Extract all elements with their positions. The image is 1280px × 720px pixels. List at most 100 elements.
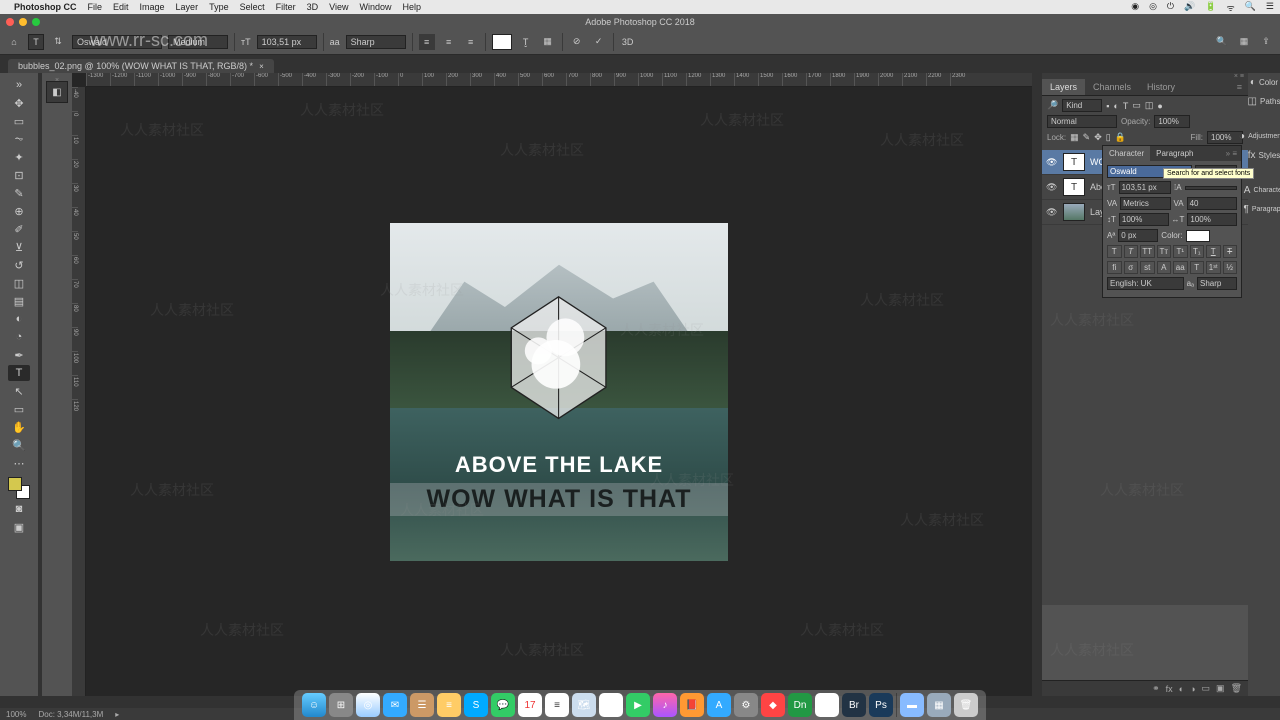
- edit-toolbar-icon[interactable]: ⋯: [8, 455, 30, 471]
- maximize-window-icon[interactable]: [32, 18, 40, 26]
- menu-image[interactable]: Image: [140, 2, 165, 12]
- menu-filter[interactable]: Filter: [276, 2, 296, 12]
- font-size-select[interactable]: 103,51 px: [257, 35, 317, 49]
- italic-icon[interactable]: T: [1124, 245, 1139, 258]
- visibility-icon[interactable]: 👁: [1046, 182, 1058, 193]
- blur-tool-icon[interactable]: ◐: [8, 311, 30, 327]
- pen-tool-icon[interactable]: ✒: [8, 347, 30, 363]
- character-panel-icon[interactable]: ACharacter: [1244, 185, 1280, 196]
- fg-color-swatch[interactable]: [8, 477, 22, 491]
- gradient-tool-icon[interactable]: ▤: [8, 293, 30, 309]
- align-center-icon[interactable]: ≡: [441, 34, 457, 50]
- document-tab[interactable]: bubbles_02.png @ 100% (WOW WHAT IS THAT,…: [8, 59, 274, 73]
- history-brush-tool-icon[interactable]: ↺: [8, 257, 30, 273]
- search-icon[interactable]: 🔍: [1214, 34, 1230, 50]
- panel-gutter[interactable]: [1032, 73, 1042, 696]
- stamp-tool-icon[interactable]: ⊻: [8, 239, 30, 255]
- group-icon[interactable]: ▭: [1202, 683, 1211, 694]
- mask-icon[interactable]: ◐: [1179, 684, 1184, 694]
- color-panel-icon[interactable]: ◐Color: [1250, 77, 1278, 88]
- close-window-icon[interactable]: [6, 18, 14, 26]
- minimize-window-icon[interactable]: [19, 18, 27, 26]
- new-layer-icon[interactable]: ▣: [1216, 683, 1225, 694]
- dock-image-icon[interactable]: ▦: [927, 693, 951, 717]
- paragraph-panel-icon[interactable]: ¶Paragraph: [1243, 204, 1280, 215]
- character-panel[interactable]: Character Paragraph » ≡ Oswald Medium Se…: [1102, 145, 1242, 298]
- status-arrow-icon[interactable]: ▸: [115, 710, 119, 719]
- strikethrough-icon[interactable]: T: [1223, 245, 1238, 258]
- crop-tool-icon[interactable]: ⊡: [8, 167, 30, 183]
- status-icon-6[interactable]: ᯤ: [1226, 1, 1234, 14]
- menu-file[interactable]: File: [88, 2, 103, 12]
- menu-type[interactable]: Type: [209, 2, 229, 12]
- menu-window[interactable]: Window: [359, 2, 391, 12]
- warp-text-icon[interactable]: T̬: [518, 34, 534, 50]
- char-color-swatch[interactable]: [1186, 230, 1210, 242]
- lock-pixels-icon[interactable]: ✎: [1083, 132, 1091, 143]
- dock-prefs-icon[interactable]: ⚙: [734, 693, 758, 717]
- filter-type-select[interactable]: Kind: [1062, 99, 1102, 112]
- delete-layer-icon[interactable]: 🗑: [1231, 683, 1242, 694]
- underline-icon[interactable]: T: [1206, 245, 1221, 258]
- menu-icon[interactable]: ☰: [1266, 1, 1274, 14]
- status-icon-2[interactable]: ◎: [1149, 1, 1157, 14]
- brush-tool-icon[interactable]: ✐: [8, 221, 30, 237]
- panel-menu-icon[interactable]: ≡: [1231, 79, 1248, 95]
- font-style-select[interactable]: Medium: [168, 35, 228, 49]
- doc-size[interactable]: Doc: 3,34M/11,3M: [38, 710, 103, 719]
- menu-3d[interactable]: 3D: [307, 2, 319, 12]
- zoom-tool-icon[interactable]: 🔍: [8, 437, 30, 453]
- 1st-icon[interactable]: 1ˢᵗ: [1206, 261, 1221, 274]
- canvas-text-1[interactable]: ABOVE THE LAKE: [390, 452, 728, 478]
- workspace-icon[interactable]: ▦: [1236, 34, 1252, 50]
- tab-paragraph[interactable]: Paragraph: [1150, 146, 1199, 161]
- dock-dimension-icon[interactable]: Dn: [788, 693, 812, 717]
- lock-artboard-icon[interactable]: ▯: [1106, 132, 1111, 143]
- filter-pixel-icon[interactable]: ▪: [1106, 101, 1109, 111]
- orientation-icon[interactable]: ⇅: [50, 34, 66, 50]
- tab-channels[interactable]: Channels: [1085, 79, 1139, 95]
- dock-messages-icon[interactable]: 💬: [491, 693, 515, 717]
- paths-panel-icon[interactable]: ◫Paths: [1248, 96, 1280, 107]
- lasso-tool-icon[interactable]: ⏦: [8, 131, 30, 147]
- char-panel-toggle-icon[interactable]: ▦: [540, 34, 556, 50]
- char-lang-select[interactable]: English: UK: [1107, 277, 1184, 290]
- filter-icon[interactable]: 🔎: [1047, 100, 1058, 111]
- status-icon-5[interactable]: 🔋: [1205, 1, 1216, 14]
- visibility-icon[interactable]: 👁: [1046, 207, 1058, 218]
- canvas-text-2[interactable]: WOW WHAT IS THAT: [390, 483, 728, 516]
- superscript-icon[interactable]: T¹: [1173, 245, 1188, 258]
- dock-mail-icon[interactable]: ✉: [383, 693, 407, 717]
- dock-safari-icon[interactable]: ◎: [356, 693, 380, 717]
- char-hscale-input[interactable]: 100%: [1187, 213, 1237, 226]
- char-tracking-input[interactable]: 40: [1187, 197, 1237, 210]
- aa-select[interactable]: Sharp: [346, 35, 406, 49]
- dock-bridge-icon[interactable]: Br: [842, 693, 866, 717]
- eraser-tool-icon[interactable]: ◫: [8, 275, 30, 291]
- properties-icon[interactable]: ◧: [46, 81, 68, 103]
- menu-edit[interactable]: Edit: [113, 2, 129, 12]
- marquee-tool-icon[interactable]: ▭: [8, 113, 30, 129]
- dock-creative-icon[interactable]: ◆: [761, 693, 785, 717]
- filter-shape-icon[interactable]: ▭: [1132, 100, 1141, 111]
- type-tool-icon[interactable]: T: [8, 365, 30, 381]
- color-swatches[interactable]: [8, 477, 30, 499]
- subscript-icon[interactable]: T₁: [1190, 245, 1205, 258]
- dock-finder-icon[interactable]: ☺: [302, 693, 326, 717]
- aa-icon[interactable]: aa: [1173, 261, 1188, 274]
- filter-smart-icon[interactable]: ◫: [1145, 100, 1154, 111]
- dock-ibooks-icon[interactable]: 📕: [680, 693, 704, 717]
- char-panel-collapse-icon[interactable]: » ≡: [1222, 146, 1241, 161]
- adjustments-panel-icon[interactable]: ◑Adjustment...: [1239, 131, 1280, 142]
- lock-all-icon[interactable]: 🔒: [1115, 132, 1126, 143]
- eyedropper-tool-icon[interactable]: ✎: [8, 185, 30, 201]
- blend-mode-select[interactable]: Normal: [1047, 115, 1117, 128]
- 3d-icon[interactable]: 3D: [620, 34, 636, 50]
- char-aa-select[interactable]: Sharp: [1197, 277, 1237, 290]
- visibility-icon[interactable]: 👁: [1046, 157, 1058, 168]
- t1-icon[interactable]: T: [1190, 261, 1205, 274]
- collapse-icon[interactable]: »: [8, 77, 30, 93]
- vertical-ruler[interactable]: -400102030405060708090100110120: [72, 87, 86, 696]
- filter-adjust-icon[interactable]: ◐: [1113, 101, 1118, 111]
- dock-maps-icon[interactable]: 🗺: [572, 693, 596, 717]
